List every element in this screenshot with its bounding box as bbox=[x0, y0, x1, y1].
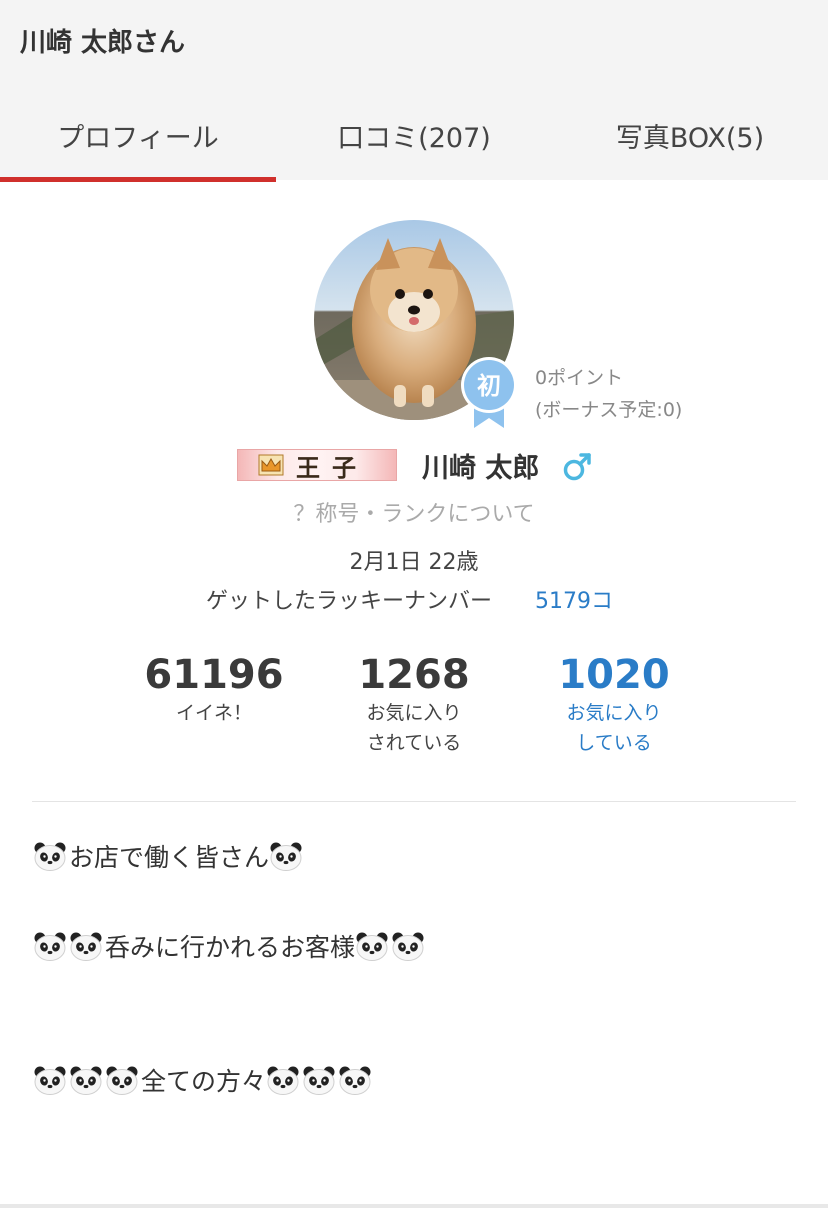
panda-icon bbox=[33, 1065, 67, 1095]
bio-line-1: お店で働く皆さん bbox=[33, 838, 305, 874]
stat-label: お気に入り している bbox=[566, 702, 662, 754]
stat-value: 1268 bbox=[358, 652, 470, 698]
tab-reviews[interactable]: 口コミ(207) bbox=[276, 90, 552, 180]
tab-label: 口コミ(207) bbox=[337, 122, 491, 154]
lucky-number-link[interactable]: 5179コ bbox=[535, 583, 613, 615]
beginner-badge: 初 bbox=[460, 356, 518, 430]
bio-line-3: 全ての方々 bbox=[33, 1062, 374, 1098]
bonus-value: (ボーナス予定:0) bbox=[535, 399, 683, 421]
panda-icon bbox=[302, 1065, 336, 1095]
stat-label: イイネ！ bbox=[175, 702, 252, 724]
rank-title-text: 王子 bbox=[296, 453, 368, 482]
user-name: 川崎 太郎 bbox=[422, 453, 540, 484]
tab-photo-box[interactable]: 写真BOX(5) bbox=[552, 90, 828, 180]
stat-value: 1020 bbox=[558, 652, 670, 698]
crown-icon bbox=[258, 454, 284, 476]
stat-favorited-by: 1268 お気に入り されている bbox=[314, 652, 514, 758]
birthday-age: 2月1日 22歳 bbox=[349, 550, 479, 575]
points-value: 0ポイント bbox=[535, 367, 624, 389]
panda-icon bbox=[338, 1065, 372, 1095]
panda-icon bbox=[269, 841, 303, 871]
divider bbox=[32, 801, 796, 802]
male-icon bbox=[563, 453, 591, 481]
page-title: 川崎 太郎さん bbox=[20, 28, 186, 58]
rank-title-label[interactable]: 王子 bbox=[237, 449, 397, 482]
stat-value: 61196 bbox=[144, 652, 284, 698]
panda-icon bbox=[33, 841, 67, 871]
panda-icon bbox=[33, 931, 67, 961]
bio-text: 全ての方々 bbox=[141, 1067, 267, 1096]
tab-label: 写真BOX(5) bbox=[615, 122, 765, 154]
tab-bar: プロフィール 口コミ(207) 写真BOX(5) bbox=[0, 90, 828, 182]
bio-text: お店で働く皆さん bbox=[69, 843, 270, 872]
panda-icon bbox=[105, 1065, 139, 1095]
panda-icon bbox=[355, 931, 389, 961]
lucky-number-label: ゲットしたラッキーナンバー bbox=[206, 589, 493, 614]
panda-icon bbox=[69, 1065, 103, 1095]
panda-icon bbox=[266, 1065, 300, 1095]
stat-likes: 61196 イイネ！ bbox=[114, 652, 314, 728]
rank-help-link[interactable]: ？称号・ランクについて bbox=[0, 496, 828, 528]
tab-profile[interactable]: プロフィール bbox=[0, 90, 276, 182]
tab-label: プロフィール bbox=[57, 122, 219, 154]
stat-label: お気に入り されている bbox=[366, 702, 462, 754]
panda-icon bbox=[69, 931, 103, 961]
bottom-border bbox=[0, 1204, 828, 1208]
bio-text: 呑みに行かれるお客様 bbox=[105, 933, 356, 962]
name-row: 王子 川崎 太郎 bbox=[0, 440, 828, 490]
app-header: 川崎 太郎さん プロフィール 口コミ(207) 写真BOX(5) bbox=[0, 0, 828, 182]
stat-favoriting[interactable]: 1020 お気に入り している bbox=[514, 652, 714, 758]
panda-icon bbox=[391, 931, 425, 961]
points-info: 0ポイント (ボーナス予定:0) bbox=[535, 362, 682, 426]
bio-line-2: 呑みに行かれるお客様 bbox=[33, 928, 427, 964]
badge-char: 初 bbox=[477, 372, 501, 400]
